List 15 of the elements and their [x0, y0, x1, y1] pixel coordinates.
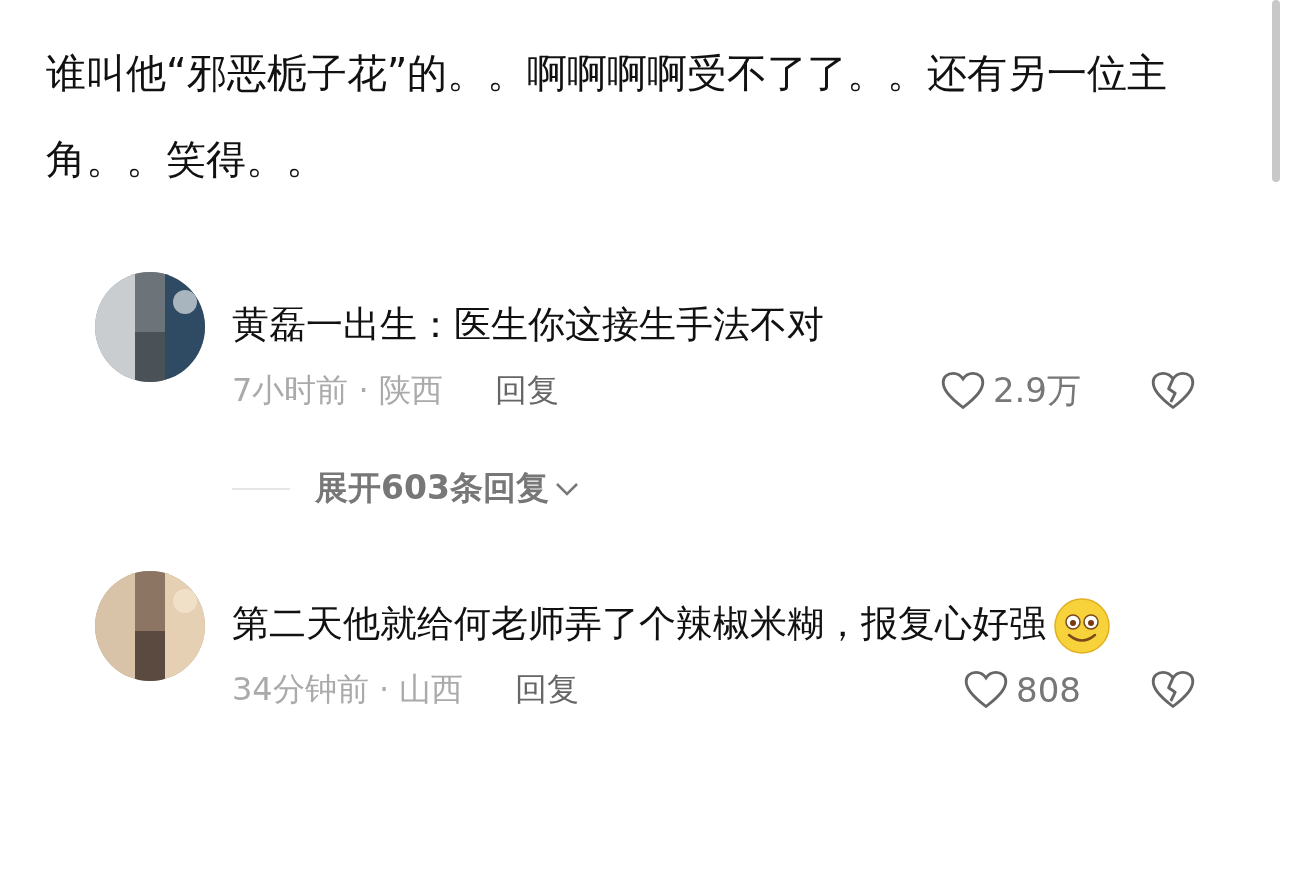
- comment-text: 第二天他就给何老师弄了个辣椒米糊，报复心好强: [232, 602, 1046, 645]
- expand-replies-button[interactable]: 展开603条回复: [232, 466, 579, 511]
- broken-heart-icon[interactable]: [1151, 371, 1195, 411]
- chevron-down-icon: [554, 481, 579, 496]
- post-text: 谁叫他“邪恶栀子花”的。。啊啊啊啊受不了了。。还有另一位主角。。笑得。。: [46, 49, 1169, 184]
- comment-text: 黄磊一出生：医生你这接生手法不对: [232, 303, 824, 346]
- reply-button[interactable]: 回复: [494, 369, 559, 413]
- like-button[interactable]: 808: [964, 670, 1081, 710]
- broken-heart-icon[interactable]: [1151, 670, 1195, 710]
- comment-meta: 7小时前 · 陕西: [232, 370, 443, 411]
- like-button[interactable]: 2.9万: [940, 368, 1081, 414]
- reply-button[interactable]: 回复: [515, 668, 580, 712]
- heart-icon: [964, 670, 1009, 710]
- comment-meta: 34分钟前 · 山西: [232, 669, 464, 710]
- heart-icon: [940, 371, 985, 411]
